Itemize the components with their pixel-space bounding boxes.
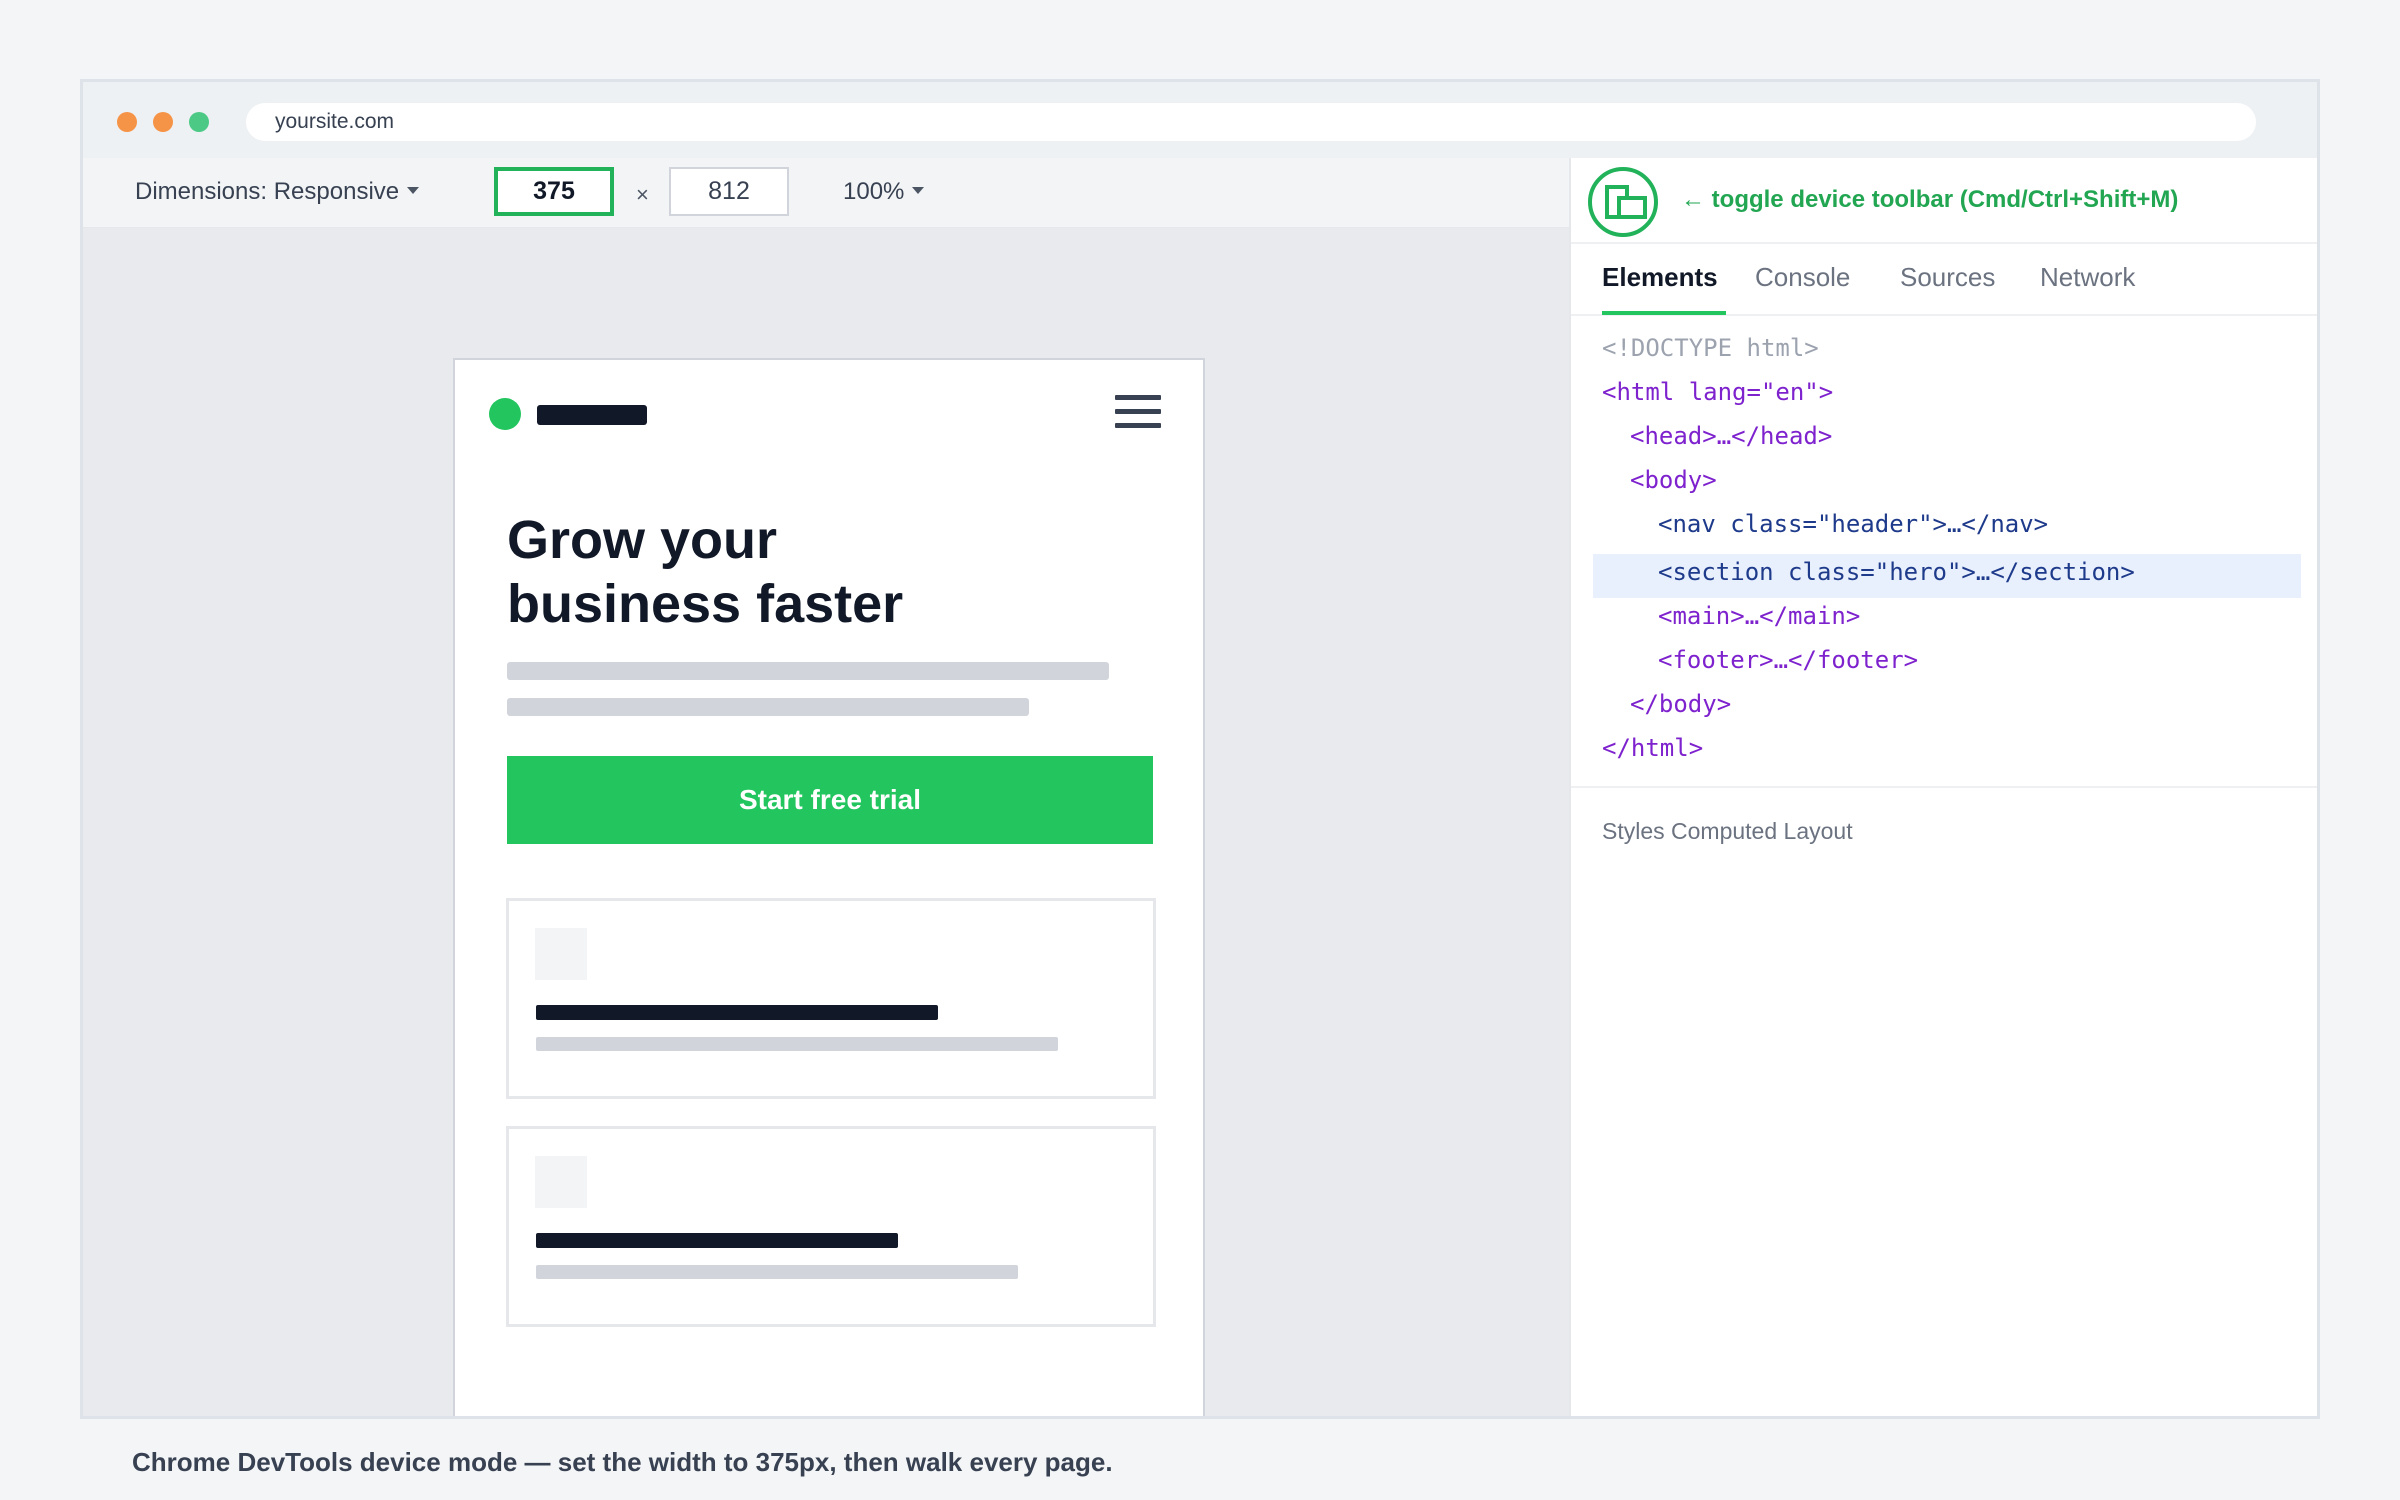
devtools-panel: ← toggle device toolbar (Cmd/Ctrl+Shift+… [1569,158,2317,1416]
dom-node-html[interactable]: <html lang="en"> [1602,377,1833,407]
dom-node-nav[interactable]: <nav class="header">…</nav> [1658,509,2048,539]
dom-node-body[interactable]: <body> [1630,465,1717,495]
chevron-down-icon [912,187,925,195]
card-thumbnail [535,928,587,980]
devtools-top-bar: ← toggle device toolbar (Cmd/Ctrl+Shift+… [1571,158,2317,244]
toggle-device-toolbar-callout: ← toggle device toolbar (Cmd/Ctrl+Shift+… [1681,186,2179,213]
device-toolbar: Dimensions: Responsive 375 × 812 100% [83,158,1569,228]
card-thumbnail [535,1156,587,1208]
tab-elements[interactable]: Elements [1602,262,1718,293]
dom-node-body-close[interactable]: </body> [1630,689,1731,719]
zoom-label: 100% [843,178,905,205]
zoom-dropdown[interactable]: 100% [843,178,925,206]
logo-icon [489,398,521,430]
feature-card[interactable] [506,898,1156,1099]
hero-title: Grow your business faster [507,508,1147,636]
devtools-tabs: Elements Console Sources Network [1571,244,2317,316]
start-free-trial-button[interactable]: Start free trial [507,756,1153,844]
chevron-down-icon [407,187,420,195]
card-text-placeholder [536,1037,1058,1051]
phone-preview: Grow your business faster Start free tri… [453,358,1205,1416]
width-input[interactable]: 375 [494,167,614,216]
dom-node-main[interactable]: <main>…</main> [1658,601,1860,631]
tab-console[interactable]: Console [1755,262,1850,293]
window-maximize-button[interactable] [189,112,209,132]
logo-wordmark-placeholder [537,405,647,425]
address-bar[interactable]: yoursite.com [246,103,2256,141]
tab-sources[interactable]: Sources [1900,262,1995,293]
styles-subtabs[interactable]: Styles Computed Layout [1602,818,1853,845]
window-close-button[interactable] [117,112,137,132]
hero-text-placeholder [507,662,1109,680]
dom-node-section-hero[interactable]: <section class="hero">…</section> [1658,557,2135,587]
card-title-placeholder [536,1233,898,1248]
dimensions-label: Dimensions: Responsive [135,178,400,205]
height-input[interactable]: 812 [669,167,789,216]
hamburger-line [1115,409,1161,414]
dom-node-footer[interactable]: <footer>…</footer> [1658,645,1918,675]
device-frame-shape [1617,196,1647,219]
toggle-device-toolbar-icon[interactable] [1588,167,1658,237]
dimensions-dropdown[interactable]: Dimensions: Responsive [135,178,420,206]
hero-title-line: business faster [507,574,904,634]
hero-text-placeholder [507,698,1029,716]
hamburger-line [1115,395,1161,400]
dimension-separator: × [636,182,649,207]
card-text-placeholder [536,1265,1018,1279]
panel-divider [1571,786,2317,788]
device-viewport: Dimensions: Responsive 375 × 812 100% Gr… [83,158,1569,1416]
hamburger-menu-icon[interactable] [1115,393,1161,431]
feature-card[interactable] [506,1126,1156,1327]
dom-node-head[interactable]: <head>…</head> [1630,421,1832,451]
dom-node-doctype[interactable]: <!DOCTYPE html> [1602,333,1819,363]
browser-window: yoursite.com Dimensions: Responsive 375 … [80,79,2320,1419]
active-tab-indicator [1602,311,1726,315]
browser-titlebar: yoursite.com [83,82,2317,158]
hamburger-line [1115,423,1161,428]
hero-title-line: Grow your [507,510,778,570]
tab-network[interactable]: Network [2040,262,2135,293]
window-minimize-button[interactable] [153,112,173,132]
dom-node-html-close[interactable]: </html> [1602,733,1703,763]
card-title-placeholder [536,1005,938,1020]
figure-caption: Chrome DevTools device mode — set the wi… [132,1447,1113,1477]
